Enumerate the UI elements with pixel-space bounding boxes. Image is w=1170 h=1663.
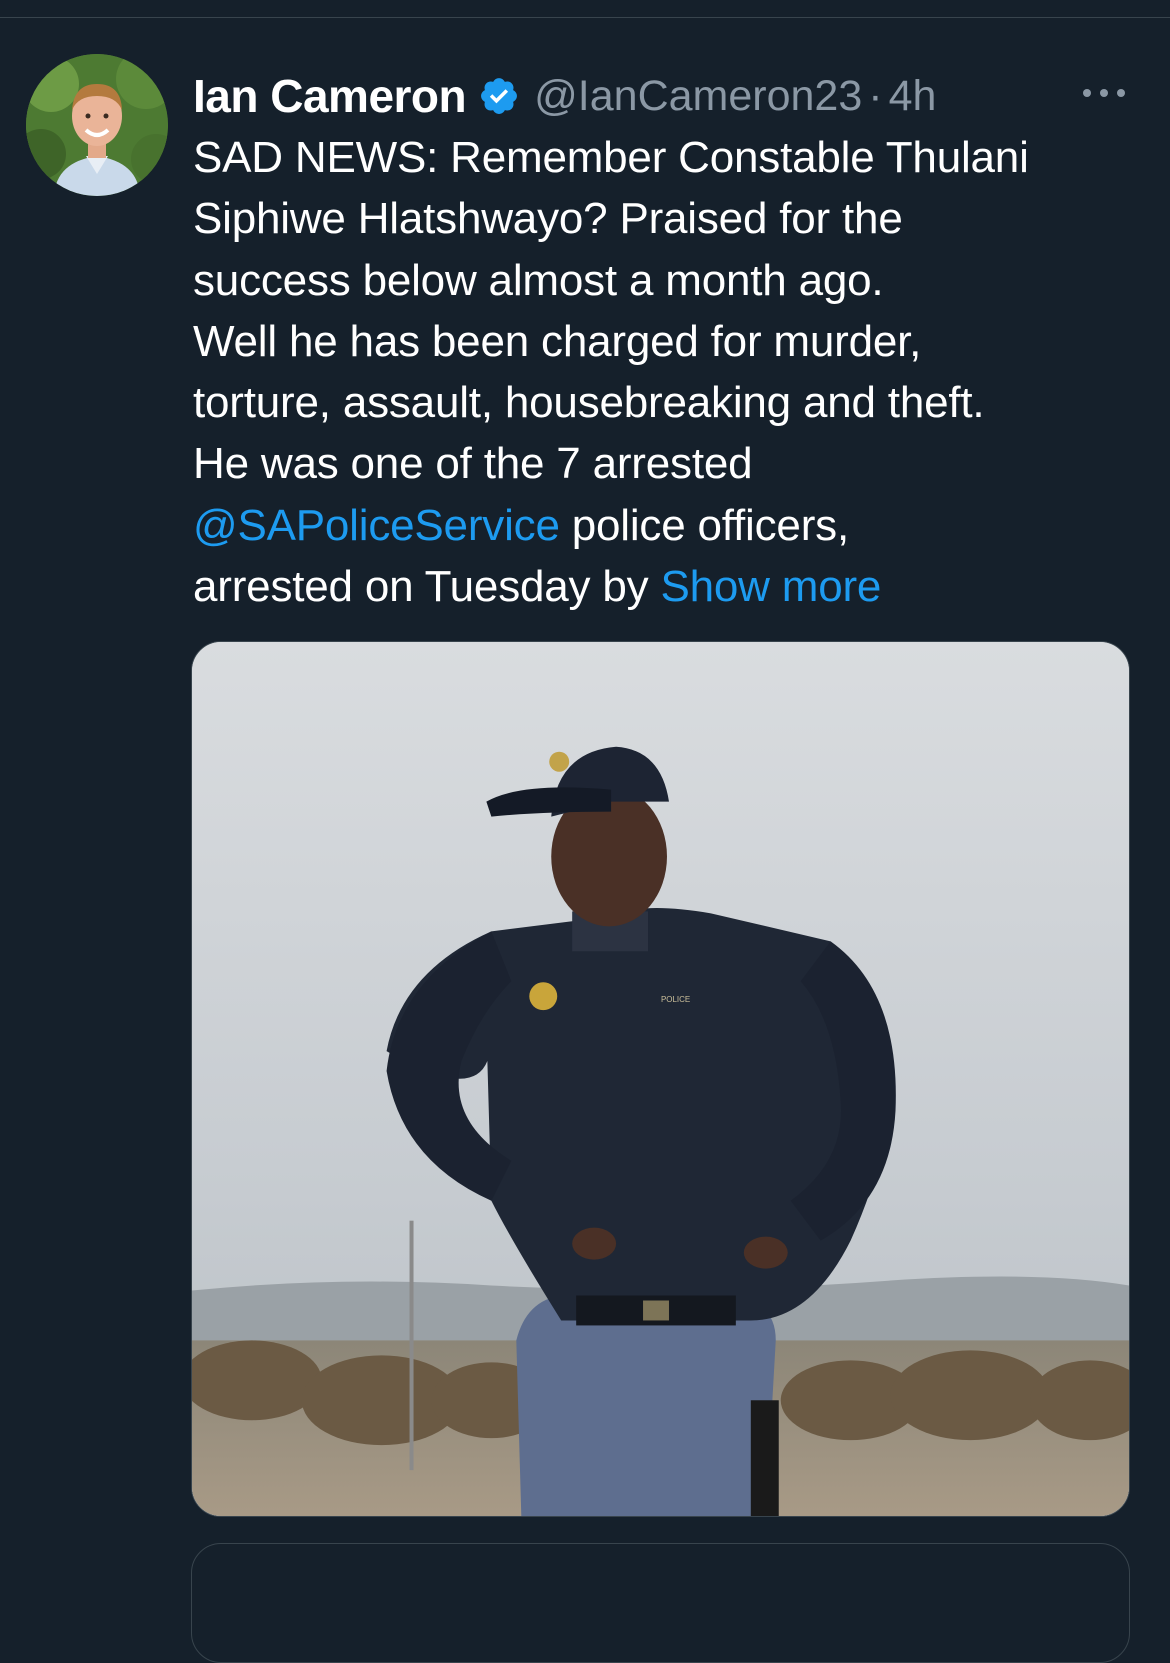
avatar[interactable] [26, 54, 168, 196]
tweet-line-mention: @SAPoliceService police officers, [193, 495, 1143, 556]
more-options-icon[interactable] [1083, 84, 1125, 102]
tweet-line: Siphiwe Hlatshwayo? Praised for the [193, 194, 903, 244]
tweet-line-last: arrested on Tuesday by Show more [193, 556, 1143, 617]
tweet-header: Ian Cameron @IanCameron23 · 4h [193, 68, 936, 124]
tweet-text: SAD NEWS: Remember Constable Thulani Sip… [193, 127, 1143, 617]
badge-text: POLICE [661, 995, 690, 1004]
tweet-line: torture, assault, housebreaking and thef… [193, 378, 985, 428]
show-more-link[interactable]: Show more [660, 562, 881, 611]
display-name[interactable]: Ian Cameron [193, 69, 467, 123]
tweet-text-fragment: police officers, [559, 500, 849, 550]
tweet[interactable]: Ian Cameron @IanCameron23 · 4h SAD NEWS:… [0, 18, 1170, 1663]
tweet-photo[interactable]: POLICE [191, 641, 1130, 1517]
mention-link[interactable]: @SAPoliceService [193, 501, 560, 550]
tweet-line: SAD NEWS: Remember Constable Thulani [193, 133, 1029, 182]
tweet-line: success below almost a month ago. [193, 255, 884, 305]
separator-dot: · [868, 71, 883, 120]
tweet-line: Well he has been charged for murder, [193, 316, 922, 366]
tweet-text-fragment: arrested on Tuesday by [193, 562, 661, 612]
verified-badge-icon [478, 75, 520, 117]
user-handle[interactable]: @IanCameron23 [534, 72, 862, 121]
tweet-line: He was one of the 7 arrested [193, 439, 753, 489]
quote-card[interactable] [191, 1543, 1130, 1663]
timestamp[interactable]: 4h [889, 72, 937, 121]
